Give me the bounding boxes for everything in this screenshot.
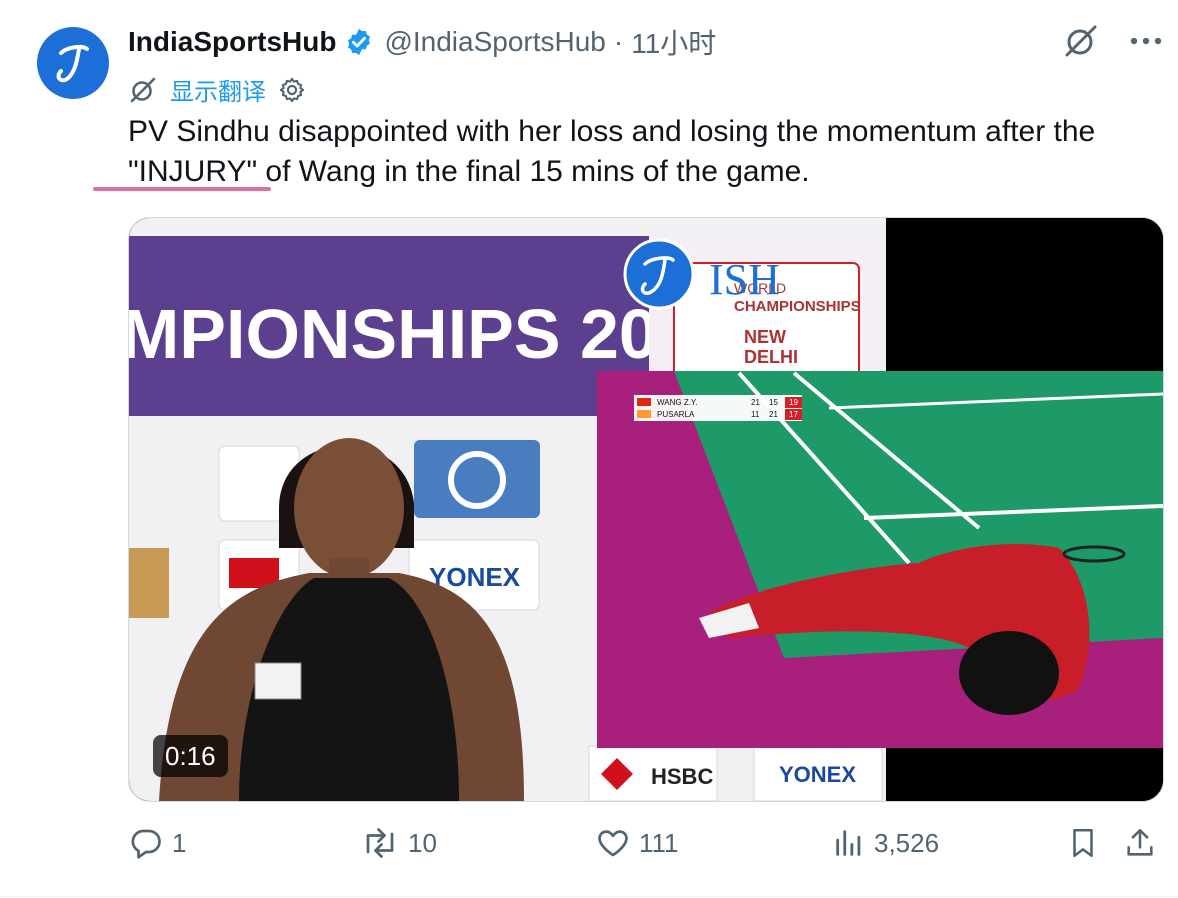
like-icon — [598, 830, 628, 857]
video-frame: MPIONSHIPS 2026 YONEX HSBC YONEX WORLD C… — [129, 218, 1163, 801]
translate-link[interactable]: 显示翻译 — [170, 72, 266, 107]
display-name[interactable]: IndiaSportsHub — [128, 26, 336, 58]
share-button[interactable] — [1123, 825, 1157, 861]
retweet-count: 10 — [408, 827, 437, 858]
event-sign-text: DELHI — [744, 347, 798, 367]
action-bar: 1 10 111 3,526 — [128, 825, 1168, 869]
reply-button[interactable]: 1 — [128, 825, 186, 861]
avatar[interactable] — [37, 27, 109, 99]
grok-icon — [130, 77, 156, 102]
timestamp[interactable]: 11小时 — [631, 22, 716, 62]
tweet-text: PV Sindhu disappointed with her loss and… — [128, 115, 1096, 188]
header-actions — [1062, 22, 1162, 60]
score-value: 15 — [769, 398, 778, 407]
reply-icon — [131, 829, 161, 859]
score-name: WANG Z.Y. — [657, 398, 697, 407]
separator: · — [613, 26, 624, 57]
video-player[interactable]: MPIONSHIPS 2026 YONEX HSBC YONEX WORLD C… — [128, 217, 1164, 802]
score-value: 21 — [751, 398, 760, 407]
backdrop-text: MPIONSHIPS 2026 — [129, 295, 736, 373]
score-name: PUSARLA — [657, 410, 695, 419]
script-j-logo — [56, 44, 89, 83]
bookmark-icon — [1073, 828, 1093, 858]
bookmark-button[interactable] — [1066, 825, 1100, 861]
grok-icon[interactable] — [1062, 22, 1100, 60]
retweet-button[interactable]: 10 — [360, 825, 437, 861]
annotation-underline — [93, 187, 271, 191]
view-count: 3,526 — [874, 827, 940, 858]
divider — [0, 896, 1178, 897]
handle[interactable]: @IndiaSportsHub — [384, 26, 605, 58]
video-duration: 0:16 — [153, 735, 228, 777]
score-value: 21 — [769, 410, 778, 419]
more-icon[interactable] — [1130, 36, 1162, 46]
share-icon — [1127, 828, 1153, 856]
gear-icon[interactable] — [278, 76, 306, 104]
views-icon — [836, 830, 861, 856]
event-sign-text: NEW — [744, 327, 786, 347]
like-button[interactable]: 111 — [595, 825, 679, 861]
watermark-text: ISH — [709, 255, 780, 304]
verified-badge-icon — [348, 28, 371, 56]
views-button[interactable]: 3,526 — [832, 825, 939, 861]
reply-count: 1 — [172, 827, 187, 858]
score-value: 19 — [789, 398, 798, 407]
retweet-icon — [366, 828, 394, 858]
score-value: 17 — [789, 410, 798, 419]
translate-row: 显示翻译 — [128, 72, 306, 107]
sponsor-logo: HSBC — [651, 764, 713, 789]
score-value: 11 — [751, 410, 760, 419]
like-count: 111 — [639, 827, 679, 858]
tweet-header: IndiaSportsHub @IndiaSportsHub · 11小时 — [128, 22, 1178, 62]
sponsor-logo: YONEX — [779, 762, 856, 787]
